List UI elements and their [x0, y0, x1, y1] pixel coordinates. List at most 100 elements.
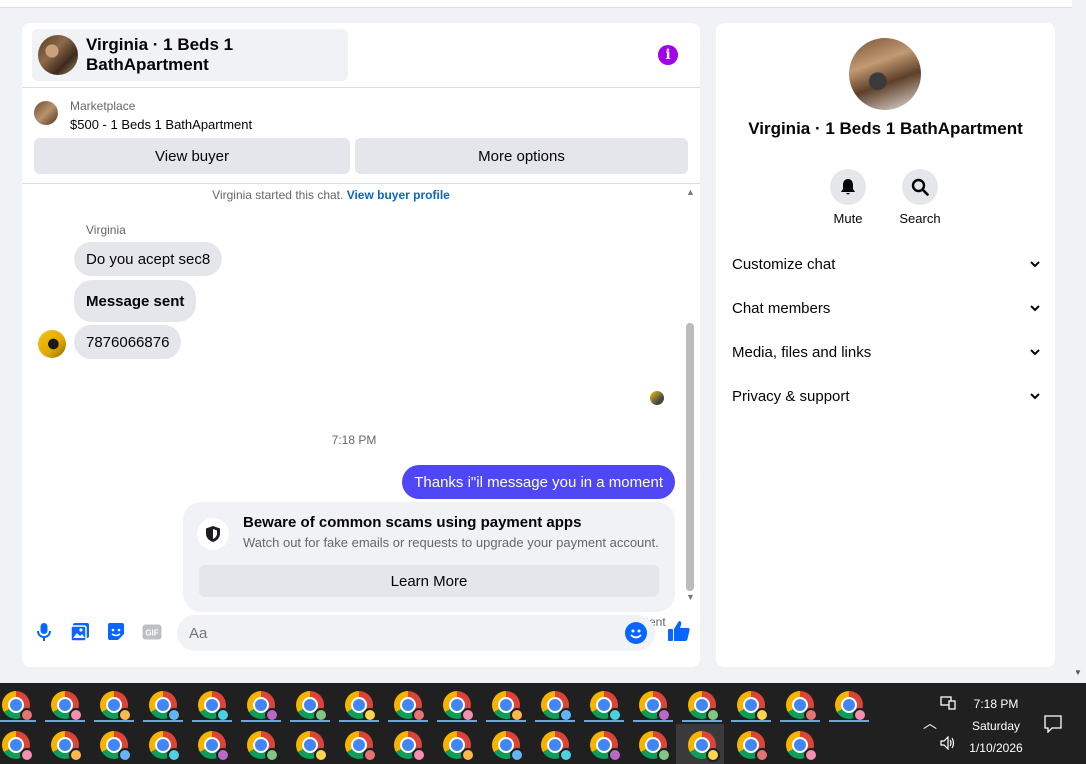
- scrollbar-thumb[interactable]: [686, 323, 694, 591]
- info-panel-title: Virginia · 1 Beds 1 BathApartment: [748, 119, 1023, 138]
- shield-icon: [197, 518, 229, 550]
- view-buyer-profile-link[interactable]: View buyer profile: [347, 188, 450, 202]
- chrome-taskbar-icon[interactable]: [247, 731, 279, 762]
- chrome-taskbar-icon[interactable]: [639, 731, 671, 762]
- chevron-down-icon: [1030, 261, 1040, 268]
- section-customize-chat[interactable]: Customize chat: [732, 246, 1042, 282]
- scam-warning-card: Beware of common scams using payment app…: [183, 502, 675, 612]
- chat-started-notice: Virginia started this chat. View buyer p…: [22, 188, 670, 202]
- chrome-taskbar-icon[interactable]: [492, 691, 524, 722]
- taskbar-running-indicator: [829, 720, 869, 722]
- section-chat-members[interactable]: Chat members: [732, 290, 1042, 326]
- profile-badge-icon: [118, 748, 132, 762]
- chrome-taskbar-icon[interactable]: [590, 731, 622, 762]
- profile-badge-icon: [608, 748, 622, 762]
- profile-badge-icon: [559, 748, 573, 762]
- chrome-taskbar-icon[interactable]: [394, 731, 426, 762]
- volume-icon[interactable]: [940, 735, 956, 753]
- search-label: Search: [899, 211, 941, 226]
- page-scroll-down-arrow-icon[interactable]: ▼: [1074, 668, 1082, 677]
- gif-icon[interactable]: GIF: [141, 621, 163, 643]
- mute-action[interactable]: Mute: [818, 169, 878, 226]
- message-scrollbar[interactable]: ▲ ▼: [685, 187, 695, 603]
- chrome-taskbar-icon[interactable]: [296, 691, 328, 722]
- chrome-taskbar-icon[interactable]: [345, 731, 377, 762]
- view-buyer-button[interactable]: View buyer: [34, 138, 350, 174]
- listing-price[interactable]: $500 - 1 Beds 1 BathApartment: [70, 117, 252, 132]
- chrome-taskbar-icon[interactable]: [541, 731, 573, 762]
- show-hidden-icons-chevron-icon[interactable]: ︿: [923, 713, 937, 733]
- chrome-taskbar-icon[interactable]: [296, 731, 328, 762]
- chrome-taskbar-icon[interactable]: [51, 731, 83, 762]
- time-separator: 7:18 PM: [331, 433, 377, 447]
- chat-title-button[interactable]: Virginia · 1 Beds 1 BathApartment: [32, 29, 348, 81]
- chrome-taskbar-icon[interactable]: [737, 731, 769, 762]
- chrome-taskbar-icon[interactable]: [51, 691, 83, 722]
- chrome-taskbar-icon[interactable]: [2, 731, 34, 762]
- scroll-down-arrow-icon[interactable]: ▼: [686, 592, 695, 602]
- section-privacy-support[interactable]: Privacy & support: [732, 378, 1042, 414]
- chrome-taskbar-icon[interactable]: [2, 691, 34, 722]
- thumbs-up-icon[interactable]: [667, 619, 691, 645]
- chrome-taskbar-icon[interactable]: [443, 691, 475, 722]
- chrome-taskbar-icon[interactable]: [100, 731, 132, 762]
- section-media-files-links[interactable]: Media, files and links: [732, 334, 1042, 370]
- photo-icon[interactable]: [69, 621, 91, 643]
- profile-badge-icon: [755, 748, 769, 762]
- chat-info-panel: Virginia · 1 Beds 1 BathApartment Mute S…: [716, 23, 1055, 667]
- chat-title: Virginia · 1 Beds 1 BathApartment: [86, 35, 234, 74]
- chrome-taskbar-icon[interactable]: [737, 691, 769, 722]
- clock-day: Saturday: [971, 719, 1021, 733]
- profile-badge-icon: [706, 748, 720, 762]
- chrome-taskbar-icon[interactable]: [688, 691, 720, 722]
- chrome-taskbar-icon[interactable]: [247, 691, 279, 722]
- taskbar-running-indicator: [388, 720, 428, 722]
- chrome-taskbar-icon[interactable]: [198, 691, 230, 722]
- profile-badge-icon: [363, 748, 377, 762]
- info-icon[interactable]: i: [658, 45, 678, 65]
- chrome-taskbar-icon[interactable]: [492, 731, 524, 762]
- section-label: Customize chat: [732, 255, 836, 273]
- chrome-taskbar-icon[interactable]: [149, 731, 181, 762]
- profile-badge-icon: [804, 748, 818, 762]
- system-clock[interactable]: 7:18 PM Saturday 1/10/2026: [960, 693, 1032, 759]
- sticker-icon[interactable]: [105, 621, 127, 643]
- chrome-taskbar-icon[interactable]: [590, 691, 622, 722]
- bell-icon[interactable]: [830, 169, 866, 205]
- chrome-taskbar-icon[interactable]: [149, 691, 181, 722]
- chrome-taskbar-icon[interactable]: [198, 731, 230, 762]
- chrome-taskbar-icon[interactable]: [443, 731, 475, 762]
- chrome-taskbar-icon[interactable]: [639, 691, 671, 722]
- chrome-taskbar-icon[interactable]: [835, 691, 867, 722]
- search-action[interactable]: Search: [890, 169, 950, 226]
- profile-badge-icon: [265, 748, 279, 762]
- more-options-button[interactable]: More options: [355, 138, 688, 174]
- sender-avatar[interactable]: [38, 330, 66, 358]
- network-icon[interactable]: [940, 696, 956, 713]
- profile-badge-icon: [216, 748, 230, 762]
- message-input-container[interactable]: [177, 615, 655, 651]
- chrome-taskbar-icon[interactable]: [786, 691, 818, 722]
- chrome-taskbar-icon[interactable]: [394, 691, 426, 722]
- message-input[interactable]: [189, 615, 609, 651]
- chrome-taskbar-icon[interactable]: [345, 691, 377, 722]
- learn-more-button[interactable]: Learn More: [199, 565, 659, 597]
- svg-text:GIF: GIF: [145, 629, 158, 638]
- incoming-message: Do you acept sec8: [74, 242, 223, 276]
- chrome-taskbar-icon[interactable]: [100, 691, 132, 722]
- profile-badge-icon: [167, 748, 181, 762]
- profile-badge-icon: [412, 748, 426, 762]
- taskbar-running-indicator: [290, 720, 330, 722]
- taskbar-running-indicator: [682, 720, 722, 722]
- chrome-taskbar-icon[interactable]: [541, 691, 573, 722]
- chrome-taskbar-icon[interactable]: [688, 731, 720, 762]
- scroll-up-arrow-icon[interactable]: ▲: [686, 187, 695, 197]
- listing-avatar: [38, 35, 78, 75]
- search-icon[interactable]: [902, 169, 938, 205]
- emoji-icon[interactable]: [625, 622, 647, 644]
- microphone-icon[interactable]: [33, 621, 55, 643]
- chrome-taskbar-icon[interactable]: [786, 731, 818, 762]
- marketplace-listing: Marketplace $500 - 1 Beds 1 BathApartmen…: [22, 89, 700, 184]
- message-composer: GIF: [22, 615, 700, 659]
- notification-icon[interactable]: [1044, 715, 1062, 736]
